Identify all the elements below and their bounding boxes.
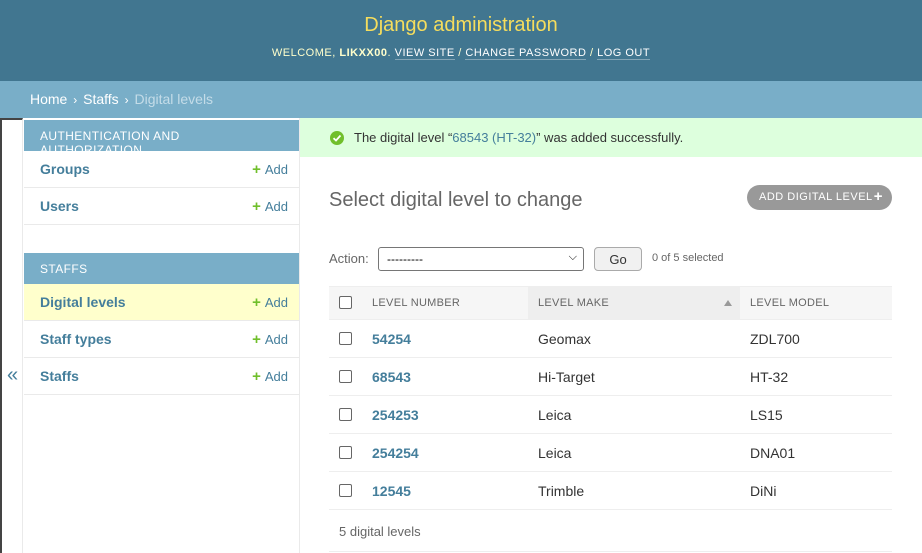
level-number-link[interactable]: 12545 xyxy=(372,483,411,499)
module-caption-auth[interactable]: Authentication and Authorization xyxy=(24,120,299,157)
level-model-cell: DiNi xyxy=(750,483,777,499)
level-model-cell: LS15 xyxy=(750,407,783,423)
nav-item-users: Users + Add xyxy=(24,188,299,225)
nav-item-label[interactable]: Digital levels xyxy=(40,294,126,310)
plus-icon: + xyxy=(252,161,261,178)
view-site-link[interactable]: View site xyxy=(394,47,455,60)
selection-counter: 0 of 5 selected xyxy=(652,252,724,264)
add-staff-types-link[interactable]: + Add xyxy=(252,331,288,348)
add-digital-level-button[interactable]: Add digital level + xyxy=(747,185,892,210)
module-staffs: Staffs Digital levels + Add Staff types +… xyxy=(24,253,299,395)
add-users-link[interactable]: + Add xyxy=(252,198,288,215)
add-label: Add xyxy=(264,199,288,214)
nav-item-label[interactable]: Staffs xyxy=(40,368,79,384)
user-tools: Welcome, likxx00. View site / Change pas… xyxy=(271,47,651,60)
column-header-level-make[interactable]: Level make xyxy=(528,287,740,319)
level-model-cell: DNA01 xyxy=(750,445,796,461)
paginator: 5 digital levels xyxy=(329,510,892,552)
breadcrumb-current: Digital levels xyxy=(134,91,214,107)
add-label: Add xyxy=(264,332,288,347)
breadcrumb-separator: › xyxy=(124,93,129,107)
level-make-cell: Leica xyxy=(538,445,572,461)
level-number-link[interactable]: 54254 xyxy=(372,331,411,347)
add-digital-levels-link[interactable]: + Add xyxy=(252,294,288,311)
plus-icon: + xyxy=(252,368,261,385)
level-make-cell: Leica xyxy=(538,407,572,423)
table-row: 68543 Hi-Target HT-32 xyxy=(329,358,892,396)
level-number-link[interactable]: 68543 xyxy=(372,369,411,385)
level-make-cell: Geomax xyxy=(538,331,591,347)
add-label: Add xyxy=(264,369,288,384)
table-row: 254253 Leica LS15 xyxy=(329,396,892,434)
table-row: 254254 Leica DNA01 xyxy=(329,434,892,472)
level-number-link[interactable]: 254254 xyxy=(372,445,419,461)
nav-item-label[interactable]: Staff types xyxy=(40,331,112,347)
nav-item-label[interactable]: Groups xyxy=(40,161,90,177)
nav-item-label[interactable]: Users xyxy=(40,198,79,214)
select-all-checkbox[interactable] xyxy=(339,296,352,309)
level-make-cell: Hi-Target xyxy=(538,369,595,385)
collapse-sidebar-icon[interactable]: « xyxy=(7,364,18,387)
column-header-level-model[interactable]: Level model xyxy=(750,287,892,319)
log-out-link[interactable]: Log out xyxy=(597,47,651,60)
row-checkbox[interactable] xyxy=(339,370,352,383)
table-row: 54254 Geomax ZDL700 xyxy=(329,320,892,358)
breadcrumb-app[interactable]: Staffs xyxy=(83,91,119,107)
welcome-text: Welcome, xyxy=(271,47,336,59)
column-header-label: Level make xyxy=(538,297,610,309)
change-password-link[interactable]: Change password xyxy=(465,47,587,60)
result-count: 5 digital levels xyxy=(339,524,421,539)
add-button-label: Add digital level xyxy=(759,191,873,203)
plus-icon: + xyxy=(873,188,883,205)
nav-sidebar: Authentication and Authorization Groups … xyxy=(23,118,300,553)
plus-icon: + xyxy=(252,198,261,215)
toggle-nav-sidebar[interactable]: « xyxy=(0,118,23,553)
added-object-link[interactable]: 68543 (HT-32) xyxy=(452,130,536,145)
table-row: 12545 Trimble DiNi xyxy=(329,472,892,510)
action-select[interactable]: --------- ⌵ xyxy=(378,247,584,271)
message-text: The digital level “68543 (HT-32)” was ad… xyxy=(354,130,684,145)
success-message: The digital level “68543 (HT-32)” was ad… xyxy=(300,118,922,157)
row-checkbox[interactable] xyxy=(339,408,352,421)
site-name[interactable]: Django administration xyxy=(0,14,922,37)
nav-item-digital-levels: Digital levels + Add xyxy=(24,284,299,321)
module-auth: Authentication and Authorization Groups … xyxy=(24,120,299,225)
level-model-cell: ZDL700 xyxy=(750,331,800,347)
module-caption-staffs[interactable]: Staffs xyxy=(24,253,299,284)
breadcrumb-home[interactable]: Home xyxy=(30,91,67,107)
action-selected-option: --------- xyxy=(387,252,423,266)
level-model-cell: HT-32 xyxy=(750,369,789,385)
nav-item-staffs: Staffs + Add xyxy=(24,358,299,395)
table-header: Level number Level make Level model xyxy=(329,286,892,320)
action-label: Action: xyxy=(329,251,369,266)
level-make-cell: Trimble xyxy=(538,483,585,499)
column-header-level-number[interactable]: Level number xyxy=(372,287,528,319)
add-staffs-link[interactable]: + Add xyxy=(252,368,288,385)
page-title: Select digital level to change xyxy=(329,189,583,211)
plus-icon: + xyxy=(252,294,261,311)
nav-item-groups: Groups + Add xyxy=(24,151,299,188)
chevron-down-icon: ⌵ xyxy=(568,251,577,263)
go-button[interactable]: Go xyxy=(594,247,642,271)
row-checkbox[interactable] xyxy=(339,446,352,459)
level-number-link[interactable]: 254253 xyxy=(372,407,419,423)
row-checkbox[interactable] xyxy=(339,332,352,345)
add-label: Add xyxy=(264,295,288,310)
nav-item-staff-types: Staff types + Add xyxy=(24,321,299,358)
breadcrumb-separator: › xyxy=(73,93,78,107)
add-label: Add xyxy=(264,162,288,177)
sort-ascending-icon[interactable] xyxy=(724,300,732,306)
header: Django administration Welcome, likxx00. … xyxy=(0,0,922,81)
plus-icon: + xyxy=(252,331,261,348)
success-check-icon xyxy=(330,131,344,145)
row-checkbox[interactable] xyxy=(339,484,352,497)
result-list-table: Level number Level make Level model 5425… xyxy=(329,286,892,552)
username: likxx00 xyxy=(339,47,388,59)
breadcrumb: Home › Staffs › Digital levels xyxy=(0,81,922,118)
add-groups-link[interactable]: + Add xyxy=(252,161,288,178)
